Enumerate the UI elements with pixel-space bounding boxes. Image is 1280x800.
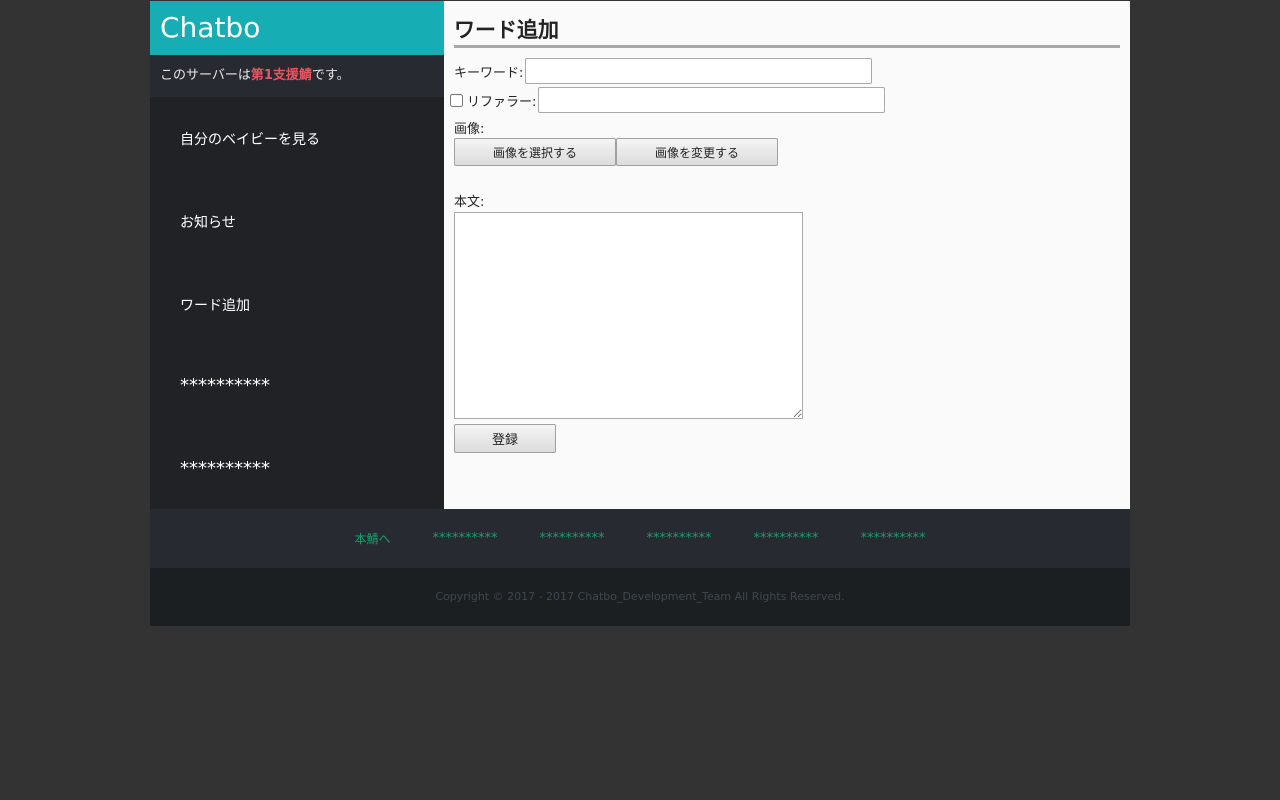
footer-nav: 本鯖へ ********** ********** ********** ***… <box>150 509 1130 568</box>
image-label-row: 画像: <box>454 118 484 137</box>
page-title: ワード追加 <box>454 1 1120 48</box>
footer-link-hidden-3[interactable]: ********** <box>647 531 712 546</box>
sidebar-item-hidden-1[interactable]: ********** <box>180 375 270 396</box>
server-status-suffix: です。 <box>311 68 350 83</box>
footer-link-hidden-1[interactable]: ********** <box>433 531 498 546</box>
select-image-button[interactable]: 画像を選択する <box>454 138 616 166</box>
submit-row: 登録 <box>454 424 556 453</box>
copyright: Copyright © 2017 - 2017 Chatbo_Developme… <box>150 568 1130 626</box>
sidebar-item-notices[interactable]: お知らせ <box>180 212 236 232</box>
brand-logo[interactable]: Chatbo <box>150 1 444 55</box>
sidebar-item-view-baby[interactable]: 自分のベイビーを見る <box>180 129 320 149</box>
referrer-label: リファラー: <box>467 94 537 110</box>
body-label: 本文: <box>454 195 485 210</box>
referrer-checkbox[interactable] <box>450 93 463 107</box>
body-label-row: 本文: <box>454 191 484 210</box>
sidebar-item-add-word[interactable]: ワード追加 <box>180 295 250 315</box>
referrer-row: リファラー: <box>446 87 886 113</box>
sidebar: Chatbo このサーバーは第1支援鯖です。 自分のベイビーを見る お知らせ ワ… <box>150 1 444 509</box>
keyword-row: キーワード: <box>454 58 873 84</box>
server-status: このサーバーは第1支援鯖です。 <box>150 55 444 97</box>
main-content: ワード追加 キーワード: リファラー: 画像: 画像を選択する 画像を変更する … <box>444 1 1130 509</box>
server-status-prefix: このサーバーは <box>160 68 251 83</box>
keyword-label: キーワード: <box>454 65 524 81</box>
image-buttons-row: 画像を選択する 画像を変更する <box>454 138 778 166</box>
server-status-highlight: 第1支援鯖 <box>250 68 312 83</box>
image-label: 画像: <box>454 122 485 137</box>
sidebar-item-hidden-2[interactable]: ********** <box>180 458 270 479</box>
page-container: Chatbo このサーバーは第1支援鯖です。 自分のベイビーを見る お知らせ ワ… <box>150 1 1130 626</box>
referrer-input[interactable] <box>538 87 886 113</box>
footer-link-hidden-5[interactable]: ********** <box>861 531 926 546</box>
body-textarea[interactable] <box>454 212 803 419</box>
change-image-button[interactable]: 画像を変更する <box>616 138 778 166</box>
submit-button[interactable]: 登録 <box>454 424 556 453</box>
footer-link-hidden-2[interactable]: ********** <box>540 531 605 546</box>
keyword-input[interactable] <box>525 58 873 84</box>
footer-link-main-server[interactable]: 本鯖へ <box>354 530 390 547</box>
footer-link-hidden-4[interactable]: ********** <box>754 531 819 546</box>
